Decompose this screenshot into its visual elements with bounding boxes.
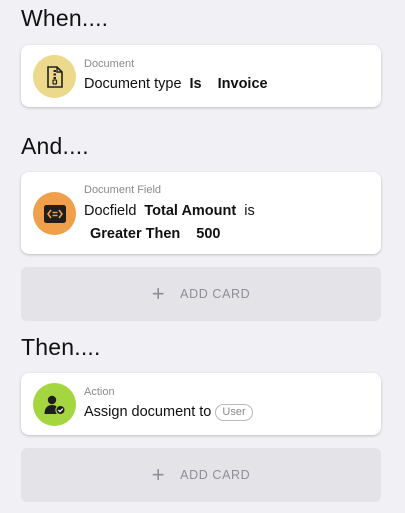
- document-condition-card[interactable]: Document Document type Is Invoice: [21, 45, 381, 107]
- card-type-label: Document: [84, 58, 135, 70]
- add-card-button[interactable]: + ADD CARD: [21, 267, 381, 321]
- condition-field[interactable]: Total Amount: [144, 203, 236, 219]
- condition-value[interactable]: 500: [196, 226, 220, 242]
- code-brackets-icon: [43, 204, 66, 223]
- docfield-condition-line1: Docfield Total Amount is: [84, 203, 255, 219]
- action-description: Assign document to: [84, 404, 212, 420]
- condition-subject: Document type: [84, 76, 182, 92]
- condition-verb: is: [244, 203, 255, 219]
- condition-operator[interactable]: Is: [190, 76, 202, 92]
- action-card[interactable]: Action Assign document to User: [21, 373, 381, 435]
- add-card-label: ADD CARD: [180, 468, 251, 482]
- zip-document-icon: [46, 65, 63, 88]
- condition-value[interactable]: Invoice: [218, 76, 268, 92]
- document-condition-text: Document type Is Invoice: [84, 76, 268, 92]
- user-check-icon: [44, 395, 66, 415]
- add-card-label: ADD CARD: [180, 287, 251, 301]
- plus-icon: +: [151, 462, 166, 487]
- and-heading: And....: [21, 133, 89, 159]
- card-type-label: Document Field: [84, 184, 162, 196]
- action-icon-badge: [33, 383, 76, 426]
- docfield-condition-line2: Greater Then 500: [90, 226, 220, 242]
- condition-operator[interactable]: Greater Then: [90, 226, 180, 242]
- docfield-condition-card[interactable]: Document Field Docfield Total Amount is Gr…: [21, 172, 381, 254]
- docfield-icon-badge: [33, 192, 76, 235]
- action-text: Assign document to User: [84, 404, 253, 421]
- when-heading: When....: [21, 5, 109, 31]
- card-type-label: Action: [84, 386, 115, 398]
- user-chip[interactable]: User: [215, 404, 253, 421]
- document-icon-badge: [33, 55, 76, 98]
- plus-icon: +: [151, 281, 166, 306]
- add-card-button-then[interactable]: + ADD CARD: [21, 448, 381, 502]
- then-heading: Then....: [21, 334, 101, 360]
- condition-subject: Docfield: [84, 203, 137, 219]
